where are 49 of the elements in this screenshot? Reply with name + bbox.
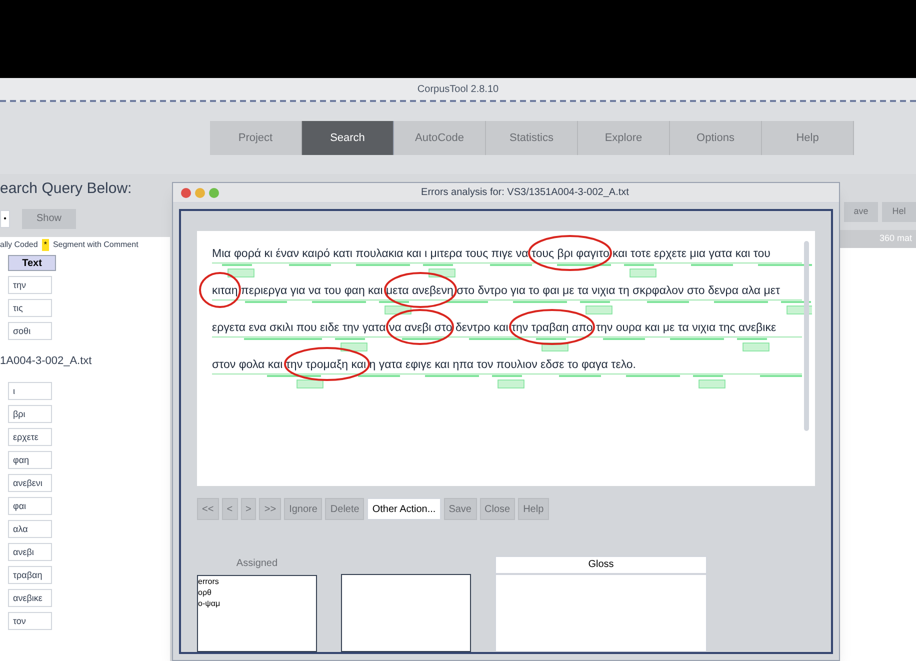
table-cell: τις [8,298,52,316]
action-button[interactable]: Other Action... [367,498,441,520]
text-line: κιταη περιεργα για να του φαη και μετα ανεβενη στο δντρο για το φαι με τα νιχια τη σκρφαλον στο δενρα αλα μετ [212,284,782,299]
list-item[interactable]: ο-ψαμ [198,598,316,609]
nav-tab[interactable]: Project [210,121,302,155]
app-title: CorpusTool 2.8.10 [417,82,499,96]
toolbar-button[interactable]: Hel [882,202,916,222]
table-cell: φαη [8,451,52,469]
table-cell: βρι [8,405,52,423]
text-line: εργετα ενα σκιλι που ειδε την γατα να ανεβι στο δεντρο και την τραβαη απο την ουρα και με τα νιχια της ανεβικε [212,321,778,336]
comment-marker: * [42,238,49,250]
show-button[interactable]: Show [22,208,76,228]
close-icon[interactable] [181,188,191,198]
table-cell: φαι [8,497,52,515]
error-circle [385,308,455,346]
search-query-heading: earch Query Below: [0,179,133,199]
gloss-header: Gloss [495,556,707,574]
table-cell: τον [8,612,52,630]
table-cell: σοθι [8,322,52,340]
table-cell: τραβαη [8,566,52,584]
table-cell: ανεβι [8,543,52,561]
list-item[interactable]: errors [198,576,316,587]
text-line: στον φολα και την τρομαξη και η γατα εφιγε και ηπα τον πουλιον εδσε το φαγα τελο. [212,358,637,373]
nav-tab[interactable]: Statistics [486,121,578,155]
nav-tab[interactable]: Search [302,121,394,155]
toggle-button[interactable]: • [0,210,10,228]
toolbar-button[interactable]: ave [844,202,878,222]
text-line: Μια φορά κι έναν καιρό κατι πουλακια και ι μιτερα τους πιγε να τους βρι φαγιτο και τοτε ερχετε μια γατα και του [212,247,772,262]
table-cell: ι [8,382,52,400]
table-cell: ανεβενι [8,474,52,492]
legend-label: Segment with Comment [52,238,138,250]
dialog-title: Errors analysis for: VS3/1351A004-3-002_A.txt [420,186,630,200]
assigned-label: Assigned [235,557,279,571]
table-cell: αλα [8,520,52,538]
minimize-icon[interactable] [195,188,205,198]
zoom-icon[interactable] [209,188,219,198]
list-item[interactable]: ορθ [198,587,316,598]
nav-tab[interactable]: Options [670,121,762,155]
nav-tab[interactable]: Help [762,121,854,155]
table-cell: ανεβικε [8,589,52,607]
table-cell: ερχετε [8,428,52,446]
scrollbar-thumb[interactable] [804,241,809,431]
nav-tab[interactable]: AutoCode [394,121,486,155]
table-cell: την [8,276,52,294]
legend-label: ally Coded [0,238,38,250]
column-header: Text [8,254,56,270]
file-name: 1A004-3-002_A.txt [0,354,93,368]
nav-tab[interactable]: Explore [578,121,670,155]
error-circle [198,271,242,309]
